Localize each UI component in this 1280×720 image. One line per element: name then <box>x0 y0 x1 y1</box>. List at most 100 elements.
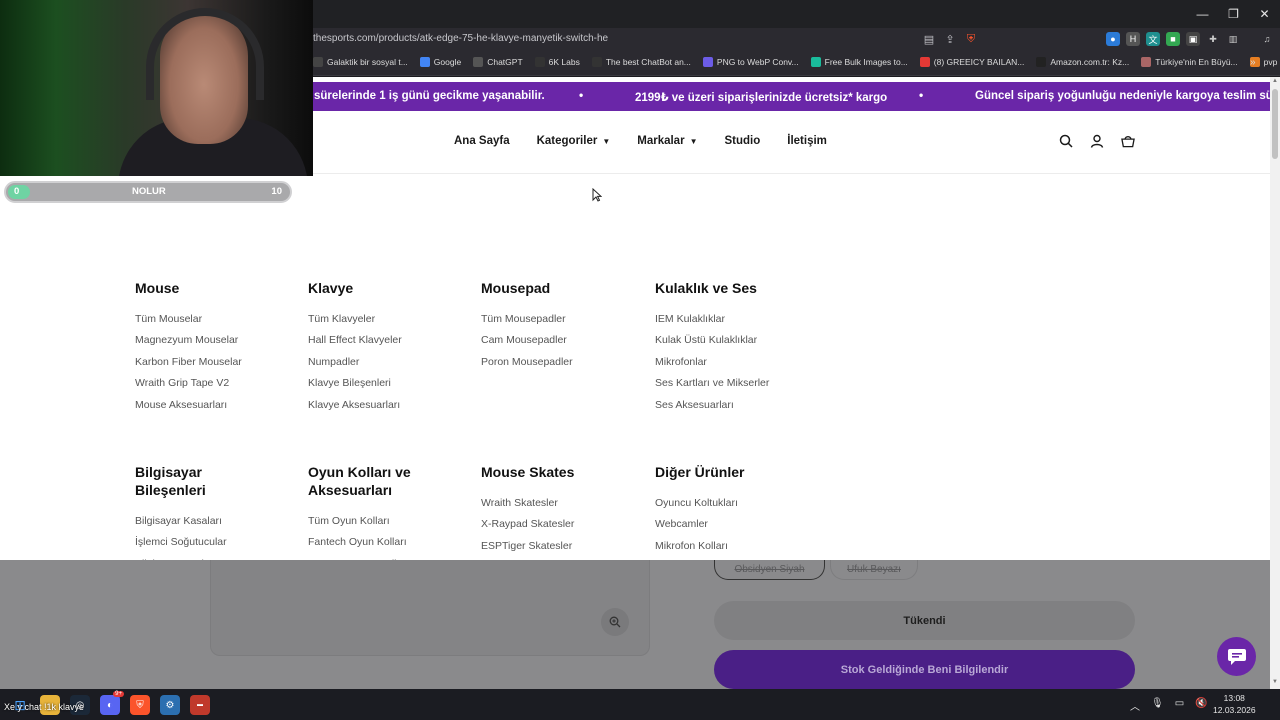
menu-link[interactable]: X-Raypad Skatesler <box>481 514 651 535</box>
menu-link[interactable]: ESPTiger Skatesler <box>481 536 651 557</box>
bookmark-item[interactable]: Galaktik bir sosyal t... <box>313 57 408 67</box>
nav-categories[interactable]: Kategoriler ▼ <box>537 135 611 147</box>
bookmark-item[interactable]: 6K Labs <box>534 57 580 67</box>
bookmark-item[interactable]: Türkiye'nin En Büyü... <box>1141 57 1238 67</box>
menu-link[interactable]: İşlemci Soğutucular <box>135 532 305 553</box>
menu-column-title[interactable]: Mouse <box>135 279 275 297</box>
discord-icon[interactable]: ◐ 9+ <box>100 691 124 715</box>
menu-column-title[interactable]: Kulaklık ve Ses <box>655 279 795 297</box>
menu-link[interactable]: Klavye Aksesuarları <box>308 395 478 416</box>
announcement-separator: • <box>919 88 924 102</box>
bookmark-item[interactable]: ChatGPT <box>473 57 523 67</box>
zoom-icon[interactable] <box>601 608 629 636</box>
extensions-puzzle-icon[interactable]: ✚ <box>1206 32 1220 46</box>
window-controls: — ❐ ✕ <box>1187 0 1280 28</box>
bookmark-item[interactable]: (8) GREEICY BAILAN... <box>919 57 1024 67</box>
reader-mode-icon[interactable]: ▤ <box>922 32 936 46</box>
bookmark-favicon-icon <box>419 57 430 67</box>
menu-link[interactable]: Numpadler <box>308 352 478 373</box>
microphone-icon[interactable]: 🎙 <box>1151 698 1164 713</box>
extension-green-icon[interactable]: ■ <box>1166 32 1180 46</box>
account-icon[interactable] <box>1090 134 1104 148</box>
search-icon[interactable] <box>1059 134 1073 148</box>
notify-when-in-stock-button[interactable]: Stok Geldiğinde Beni Bilgilendir <box>714 650 1135 689</box>
menu-column-title[interactable]: Mouse Skates <box>481 463 621 481</box>
sidebar-icon[interactable]: ▥ <box>1226 32 1240 46</box>
taskbar-clock[interactable]: 13:08 12.03.2026 <box>1213 692 1256 716</box>
restore-button[interactable]: ❐ <box>1218 0 1249 28</box>
bookmark-favicon-icon <box>473 57 484 67</box>
variant-option[interactable]: Ufuk Beyazı <box>830 560 918 580</box>
menu-column-title[interactable]: Oyun Kolları ve Aksesuarları <box>308 463 448 499</box>
variant-option[interactable]: Obsidyen Siyah <box>714 560 825 580</box>
bookmark-item[interactable]: Google <box>419 57 462 67</box>
announcement-separator: • <box>579 88 584 102</box>
bookmark-item[interactable]: The best ChatBot an... <box>591 57 691 67</box>
sold-out-button[interactable]: Tükendi <box>714 601 1135 640</box>
close-window-button[interactable]: ✕ <box>1249 0 1280 28</box>
bookmark-label: Google <box>433 57 462 67</box>
menu-link[interactable]: Webcamler <box>655 514 825 535</box>
chat-overlay-text: Xe y chat !1k klavye <box>4 702 85 712</box>
bookmark-item[interactable]: Free Bulk Images to... <box>810 57 908 67</box>
scroll-down-icon[interactable]: ▼ <box>1272 679 1278 685</box>
menu-link[interactable]: Bilgisayar Kasaları <box>135 511 305 532</box>
extension-blue-icon[interactable]: ● <box>1106 32 1120 46</box>
menu-link[interactable]: Tüm Oyun Kolları <box>308 511 478 532</box>
menu-link[interactable]: Poron Mousepadler <box>481 352 651 373</box>
nav-home[interactable]: Ana Sayfa <box>454 135 510 147</box>
music-icon[interactable]: ♫ <box>1260 32 1274 46</box>
menu-column-title[interactable]: Mousepad <box>481 279 621 297</box>
menu-link[interactable]: Mikrofon Kolları <box>655 536 825 557</box>
menu-link[interactable]: Fantech Oyun Kolları <box>308 532 478 553</box>
extension-icons: ● H 文 ■ ▣ ✚ ▥ ♫ ≡ <box>1106 32 1280 46</box>
cart-icon[interactable] <box>1121 134 1135 148</box>
menu-link[interactable]: Oyuncu Koltukları <box>655 493 825 514</box>
streaming-app-icon[interactable]: ▬ <box>190 695 210 715</box>
volume-muted-icon[interactable]: 🔇 <box>1195 698 1207 713</box>
menu-link[interactable]: Klavye Bileşenleri <box>308 373 478 394</box>
bookmarks-overflow-button[interactable]: » <box>1250 57 1256 68</box>
menu-link[interactable]: Cam Mousepadler <box>481 330 651 351</box>
brave-icon[interactable]: ⛨ <box>130 695 150 715</box>
chat-icon[interactable] <box>1217 637 1256 676</box>
menu-column-title[interactable]: Klavye <box>308 279 448 297</box>
menu-link[interactable]: IEM Kulaklıklar <box>655 309 825 330</box>
minimize-button[interactable]: — <box>1187 0 1218 28</box>
nav-contact[interactable]: İletişim <box>787 135 827 147</box>
menu-link[interactable]: Mikrofonlar <box>655 352 825 373</box>
menu-link[interactable]: Ses Aksesuarları <box>655 395 825 416</box>
menu-link[interactable]: Wraith Grip Tape V2 <box>135 373 305 394</box>
scroll-up-icon[interactable]: ▲ <box>1272 78 1278 84</box>
extension-translate-icon[interactable]: 文 <box>1146 32 1160 46</box>
settings-gear-icon[interactable]: ⚙ <box>160 695 180 715</box>
menu-column-title[interactable]: Diğer Ürünler <box>655 463 795 481</box>
menu-link[interactable]: Tüm Mousepadler <box>481 309 651 330</box>
menu-link[interactable]: Tüm Mouselar <box>135 309 305 330</box>
menu-link[interactable]: Tüm Klavyeler <box>308 309 478 330</box>
network-icon[interactable]: ▭ <box>1175 698 1184 713</box>
goal-max: 10 <box>271 186 282 197</box>
url-field[interactable]: thesports.com/products/atk-edge-75-he-kl… <box>313 33 608 44</box>
page-scrollbar[interactable]: ▲ ▼ <box>1270 77 1280 689</box>
menu-link[interactable]: Kulak Üstü Kulaklıklar <box>655 330 825 351</box>
nav-studio[interactable]: Studio <box>724 135 760 147</box>
scrollbar-thumb[interactable] <box>1272 89 1278 159</box>
extension-box-icon[interactable]: ▣ <box>1186 32 1200 46</box>
menu-link[interactable]: Magnezyum Mouselar <box>135 330 305 351</box>
brave-shield-icon[interactable]: ⛨ <box>964 32 978 46</box>
tray-expand-icon[interactable]: ︿ <box>1130 698 1140 713</box>
menu-column-title[interactable]: Bilgisayar Bileşenleri <box>135 463 275 499</box>
page-dim-overlay[interactable]: Obsidyen Siyah Ufuk Beyazı Tükendi Stok … <box>0 560 1270 689</box>
bookmark-item[interactable]: Amazon.com.tr: Kz... <box>1036 57 1129 67</box>
nav-brands[interactable]: Markalar ▼ <box>637 135 697 147</box>
menu-link[interactable]: Mouse Aksesuarları <box>135 395 305 416</box>
extension-h-icon[interactable]: H <box>1126 32 1140 46</box>
menu-link[interactable]: Karbon Fiber Mouselar <box>135 352 305 373</box>
menu-link[interactable]: Hall Effect Klavyeler <box>308 330 478 351</box>
share-icon[interactable]: ⇪ <box>943 32 957 46</box>
menu-link[interactable]: Wraith Skatesler <box>481 493 651 514</box>
menu-link-list: IEM Kulaklıklar Kulak Üstü Kulaklıklar Mik… <box>655 309 825 416</box>
menu-link[interactable]: Ses Kartları ve Mikserler <box>655 373 825 394</box>
bookmark-item[interactable]: PNG to WebP Conv... <box>702 57 799 67</box>
